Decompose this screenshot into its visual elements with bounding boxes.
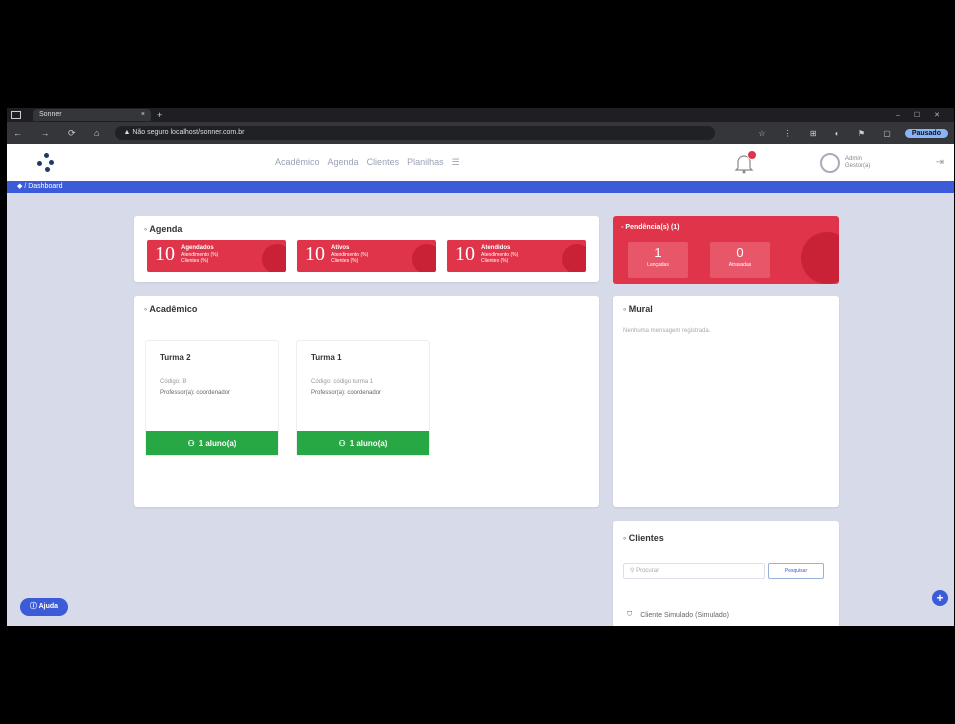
alert-icon (562, 244, 586, 272)
notification-bell-icon[interactable] (733, 150, 757, 174)
browser-nav-icons[interactable]: ← → ⟳ ⌂ (13, 128, 107, 139)
turma-card[interactable]: Turma 2 Código: B Professor(a): coordena… (145, 340, 279, 456)
address-bar-row: ← → ⟳ ⌂ ▲ Não seguro localhost/sonner.co… (7, 122, 954, 144)
extension-icons[interactable]: ☆ ⋮ ⊞ ◐ ⚑ ▢ (758, 129, 899, 138)
alert-icon (262, 244, 286, 272)
url-text: localhost/sonner.com.br (170, 129, 245, 136)
turma-professor: Professor(a): coordenador (311, 390, 382, 396)
agenda-card: ◦ Agenda 10 Agendados Atendimento (%) Cl… (134, 216, 599, 282)
user-icon: ⛉ (627, 611, 633, 618)
browser-tab-bar: Sonner × + – ☐ ✕ (7, 108, 954, 122)
pendencias-title: ◦ Pendência(s) (1) (621, 224, 680, 231)
breadcrumb: ◆ / Dashboard (7, 181, 954, 193)
browser-tab[interactable]: Sonner × (33, 109, 151, 121)
turma-title: Turma 1 (311, 353, 342, 362)
stat-label: Ativos (331, 245, 350, 251)
clientes-title: ◦ Clientes (623, 533, 664, 543)
url-field[interactable]: ▲ Não seguro localhost/sonner.com.br (115, 126, 716, 140)
client-name: Cliente Simulado (Simulado) (640, 611, 729, 619)
tab-close-icon[interactable]: × (141, 109, 145, 121)
academico-card: ◦ Acadêmico Turma 2 Código: B Professor(… (134, 296, 599, 507)
tab-title: Sonner (39, 111, 62, 118)
user-name: Admin (845, 156, 863, 162)
window-controls[interactable]: – ☐ ✕ (896, 111, 946, 119)
notification-badge (747, 150, 757, 160)
stat-sub: Clientes (%) (331, 258, 359, 264)
add-icon[interactable]: + (932, 590, 948, 606)
academico-title: ◦ Acadêmico (144, 304, 198, 314)
turma-code: Código: B (160, 379, 187, 385)
user-avatar[interactable] (820, 153, 840, 173)
turma-code: Código: código turma 1 (311, 379, 374, 385)
stat-number: 10 (455, 243, 475, 265)
profile-button[interactable]: Pausado (904, 128, 948, 138)
clientes-card: ◦ Clientes ⚲ Procurar Pesquisar ⛉ Client… (613, 521, 839, 626)
user-role: Gestor(a) (845, 163, 871, 169)
alunos-label: 1 aluno(a) (349, 438, 388, 448)
url-prefix: ▲ Não seguro (123, 129, 169, 136)
turma-title: Turma 2 (160, 353, 191, 362)
pendencia-label: Lançadas (647, 262, 669, 268)
stat-sub: Clientes (%) (181, 258, 209, 264)
nav-academico[interactable]: Acadêmico (275, 157, 320, 168)
mural-card: ◦ Mural Nenhuma mensagem registrada. (613, 296, 839, 507)
stat-sub: Clientes (%) (481, 258, 509, 264)
alert-icon (412, 244, 436, 272)
user-info[interactable]: Admin Gestor(a) (845, 156, 870, 170)
nav-clientes[interactable]: Clientes (367, 157, 400, 168)
nav-planilhas[interactable]: Planilhas (407, 157, 444, 168)
menu-icon[interactable]: ☰ (452, 157, 460, 168)
alunos-label: 1 aluno(a) (198, 438, 237, 448)
turma-professor: Professor(a): coordenador (160, 390, 231, 396)
browser-window: Sonner × + – ☐ ✕ ← → ⟳ ⌂ ▲ Não seguro lo… (7, 108, 954, 626)
stat-number: 10 (305, 243, 325, 265)
mural-title: ◦ Mural (623, 304, 653, 314)
pendencia-lancadas[interactable]: 1 Lançadas (628, 242, 688, 278)
alunos-button[interactable]: ⚇ 1 aluno(a) (297, 431, 429, 455)
pendencia-atrasadas[interactable]: 0 Atrasadas (710, 242, 770, 278)
stat-atendidos[interactable]: 10 Atendidos Atendimento (%) Clientes (%… (447, 240, 586, 272)
app-logo-icon[interactable] (37, 152, 57, 173)
stat-ativos[interactable]: 10 Ativos Atendimento (%) Clientes (%) (297, 240, 436, 272)
stat-label: Atendidos (481, 245, 511, 251)
alert-icon (801, 232, 839, 284)
users-icon: ⚇ (187, 438, 195, 448)
client-list-item[interactable]: ⛉ Cliente Simulado (Simulado) (627, 611, 729, 619)
top-nav: Acadêmico Agenda Clientes Planilhas ☰ (275, 157, 460, 168)
pendencias-card[interactable]: ◦ Pendência(s) (1) 1 Lançadas 0 Atrasada… (613, 216, 839, 284)
users-icon: ⚇ (338, 438, 346, 448)
turma-card[interactable]: Turma 1 Código: código turma 1 Professor… (296, 340, 430, 456)
stat-agendados[interactable]: 10 Agendados Atendimento (%) Clientes (%… (147, 240, 286, 272)
pendencia-count: 0 (736, 245, 744, 260)
new-tab-icon[interactable]: + (157, 110, 162, 120)
help-button[interactable]: ⓘ Ajuda (20, 598, 68, 616)
stat-number: 10 (155, 243, 175, 265)
stat-label: Agendados (181, 245, 214, 251)
pendencia-count: 1 (654, 245, 662, 260)
mural-empty-message: Nenhuma mensagem registrada. (623, 328, 711, 334)
window-icon (11, 111, 21, 119)
logout-icon[interactable]: ⇥ (936, 157, 944, 168)
agenda-title: ◦ Agenda (144, 224, 183, 234)
search-placeholder: Procurar (636, 568, 660, 574)
pendencia-label: Atrasadas (728, 262, 752, 268)
nav-agenda[interactable]: Agenda (328, 157, 359, 168)
app-header: Acadêmico Agenda Clientes Planilhas ☰ Ad… (7, 144, 954, 181)
search-button[interactable]: Pesquisar (768, 563, 824, 579)
client-search-input[interactable]: ⚲ Procurar (623, 563, 765, 579)
alunos-button[interactable]: ⚇ 1 aluno(a) (146, 431, 278, 455)
